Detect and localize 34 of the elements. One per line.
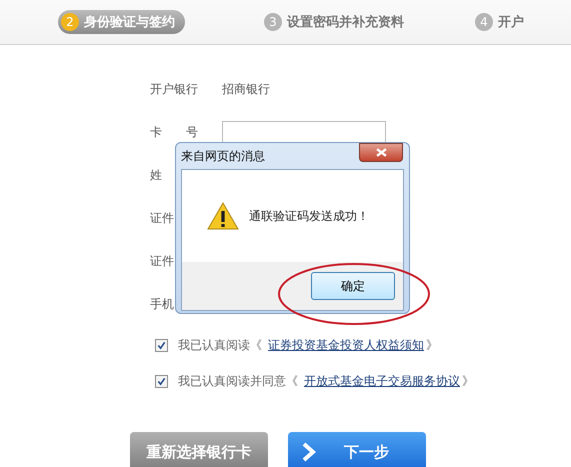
step-tab[interactable]: 4 开户 [472, 10, 534, 34]
agreement-text: 》 [426, 336, 438, 354]
checkbox[interactable] [155, 374, 168, 388]
close-button[interactable] [359, 143, 403, 162]
close-icon [376, 148, 386, 157]
reselect-button[interactable]: 重新选择银行卡 [130, 432, 268, 467]
field-label: 开户银行 [150, 81, 199, 98]
step-number: 4 [475, 13, 493, 31]
agreement-link[interactable]: 开放式基金电子交易服务协议 [304, 372, 460, 390]
dialog-message: 通联验证码发送成功！ [249, 208, 369, 224]
field-label: 姓 [150, 167, 163, 184]
field-label: 手机 [150, 296, 175, 313]
agreement-text: 》 [462, 372, 474, 390]
ok-button[interactable]: 确定 [311, 272, 395, 300]
chevron-right-icon [302, 442, 316, 462]
field-label: 证件 [150, 253, 175, 270]
agreement-text: 我已认真阅读《 [178, 336, 262, 354]
step-tab[interactable]: 2 身份验证与签约 [58, 10, 185, 34]
next-button[interactable]: 下一步 [288, 432, 426, 467]
field-label: 证件 [150, 210, 175, 227]
field-label: 卡 号 [150, 124, 199, 141]
warning-icon [207, 202, 239, 230]
step-tab[interactable]: 3 设置密码并补充资料 [261, 10, 414, 34]
field-value: 招商银行 [222, 81, 270, 98]
step-label: 开户 [498, 14, 524, 31]
step-number: 2 [61, 13, 79, 31]
agreement-text: 我已认真阅读并同意《 [178, 372, 298, 390]
input-field[interactable] [222, 120, 386, 144]
step-label: 身份验证与签约 [84, 14, 175, 31]
step-label: 设置密码并补充资料 [287, 14, 404, 31]
checkbox[interactable] [155, 338, 168, 352]
dialog-title: 来自网页的消息 [181, 148, 265, 164]
step-number: 3 [264, 13, 282, 31]
agreement-link[interactable]: 证券投资基金投资人权益须知 [268, 336, 424, 354]
